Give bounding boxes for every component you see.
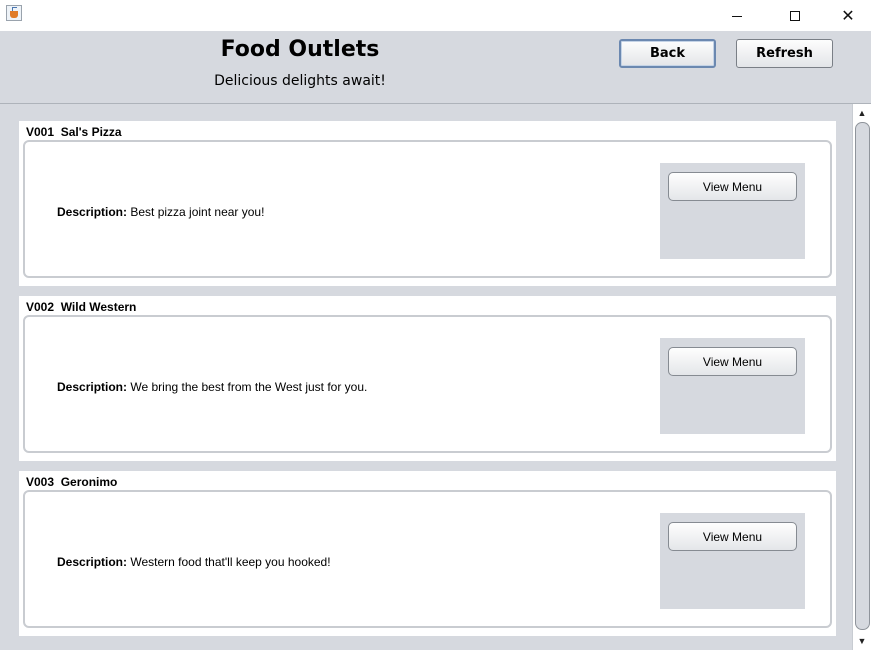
back-button[interactable]: Back [619, 39, 716, 68]
scroll-down-icon[interactable]: ▼ [853, 634, 871, 648]
outlet-card: V003 Geronimo Description: Western food … [19, 471, 836, 636]
outlet-card: V001 Sal's Pizza Description: Best pizza… [19, 121, 836, 286]
outlet-description: Description: Best pizza joint near you! [57, 205, 264, 219]
header-panel: Food Outlets Delicious delights await! B… [0, 31, 871, 104]
description-text: Best pizza joint near you! [130, 205, 265, 219]
close-button[interactable]: ✕ [825, 0, 871, 31]
description-label: Description: [57, 555, 128, 569]
outlet-title: V001 Sal's Pizza [26, 125, 122, 139]
outlet-card: V002 Wild Western Description: We bring … [19, 296, 836, 461]
outlet-description: Description: Western food that'll keep y… [57, 555, 331, 569]
outlet-description: Description: We bring the best from the … [57, 380, 367, 394]
maximize-button[interactable] [772, 0, 818, 31]
view-menu-button[interactable]: View Menu [668, 347, 797, 376]
outlet-action-panel: View Menu [660, 338, 805, 434]
view-menu-button[interactable]: View Menu [668, 522, 797, 551]
minimize-button[interactable] [714, 0, 760, 31]
close-icon: ✕ [841, 5, 855, 25]
outlet-action-panel: View Menu [660, 163, 805, 259]
outlet-list: V001 Sal's Pizza Description: Best pizza… [0, 104, 852, 650]
description-text: We bring the best from the West just for… [130, 380, 368, 394]
title-bar: ✕ [0, 0, 871, 31]
refresh-button[interactable]: Refresh [736, 39, 833, 68]
scrollbar-thumb[interactable] [855, 122, 870, 630]
vertical-scrollbar[interactable]: ▲ ▼ [852, 104, 871, 650]
maximize-icon [790, 10, 800, 21]
page-subtitle: Delicious delights await! [214, 73, 386, 89]
java-app-icon [6, 5, 22, 21]
outlet-title: V003 Geronimo [26, 475, 118, 489]
outlet-title: V002 Wild Western [26, 300, 137, 314]
page-title: Food Outlets [220, 37, 380, 62]
description-text: Western food that'll keep you hooked! [130, 555, 331, 569]
description-label: Description: [57, 380, 128, 394]
outlet-action-panel: View Menu [660, 513, 805, 609]
scroll-up-icon[interactable]: ▲ [853, 106, 871, 120]
minimize-icon [732, 16, 742, 17]
description-label: Description: [57, 205, 128, 219]
view-menu-button[interactable]: View Menu [668, 172, 797, 201]
